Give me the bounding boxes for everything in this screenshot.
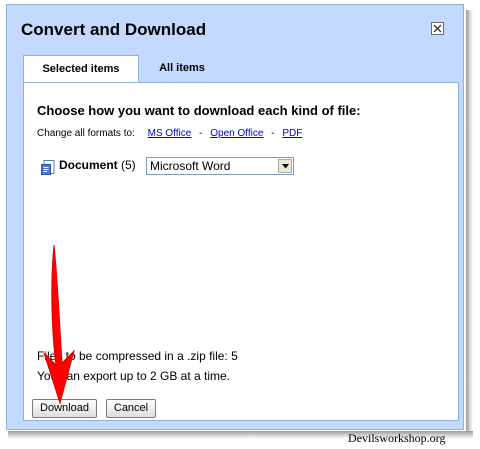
close-icon [433,24,442,33]
format-select[interactable]: Microsoft Word [146,157,294,175]
link-ms-office[interactable]: MS Office [148,128,192,139]
download-heading: Choose how you want to download each kin… [37,103,361,118]
change-all-formats: Change all formats to: MS Office - Open … [37,128,302,139]
document-count: (5) [121,158,136,172]
link-separator: - [199,128,203,139]
red-arrow-annotation [43,245,75,405]
link-separator: - [271,128,275,139]
document-row-label: Document (5) [59,158,136,172]
screenshot-shadow-right [466,10,473,438]
chevron-down-icon [282,164,289,169]
tab-panel: Choose how you want to download each kin… [23,82,459,421]
document-type: Document [59,158,118,172]
close-button[interactable] [431,22,444,35]
tab-all-items[interactable]: All items [142,55,222,82]
link-pdf[interactable]: PDF [282,128,302,139]
document-icon [41,160,55,175]
dropdown-arrow[interactable] [278,159,292,173]
cancel-button[interactable]: Cancel [106,399,156,418]
change-all-label: Change all formats to: [37,128,135,139]
link-open-office[interactable]: Open Office [210,128,263,139]
tab-selected-items[interactable]: Selected items [23,55,139,83]
dialog-title: Convert and Download [21,20,207,39]
format-select-value: Microsoft Word [150,159,231,173]
watermark: Devilsworkshop.org [348,431,446,445]
